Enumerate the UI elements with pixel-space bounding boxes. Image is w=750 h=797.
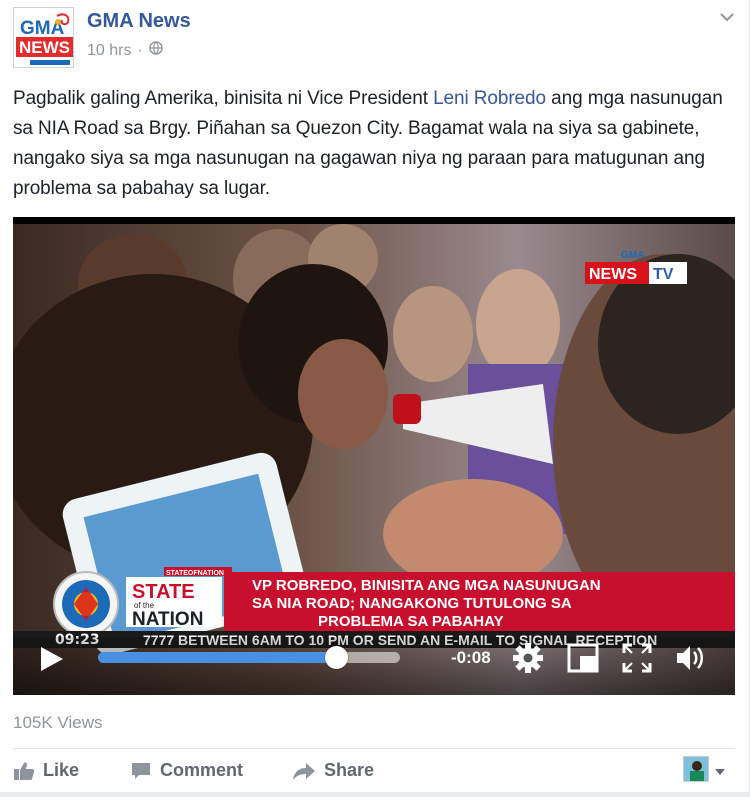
share-button[interactable]: Share bbox=[292, 760, 374, 781]
meta-separator: · bbox=[137, 41, 143, 59]
volume-icon[interactable] bbox=[673, 640, 709, 676]
mention-link[interactable]: Leni Robredo bbox=[433, 88, 546, 109]
video-scrubber-handle[interactable] bbox=[325, 646, 349, 669]
actions-divider bbox=[13, 748, 735, 749]
newstv-bug-logo: GMA NEWS TV bbox=[585, 250, 687, 284]
thumbs-up-icon bbox=[14, 762, 35, 780]
svg-text:NEWS: NEWS bbox=[589, 266, 637, 283]
svg-text:TV: TV bbox=[653, 266, 674, 283]
gma-news-logo: GMA NEWS bbox=[14, 8, 73, 67]
post-timestamp[interactable]: 10 hrs bbox=[87, 42, 131, 60]
video-progress-bar[interactable] bbox=[98, 646, 400, 669]
post-text: Pagbalik galing Amerika, binisita ni Vic… bbox=[13, 84, 735, 204]
svg-text:STATE: STATE bbox=[132, 581, 195, 603]
page-name-link[interactable]: GMA News bbox=[87, 10, 191, 33]
svg-text:GMA: GMA bbox=[621, 250, 644, 261]
comment-label: Comment bbox=[160, 760, 244, 780]
svg-text:NATION: NATION bbox=[132, 609, 203, 630]
page-avatar[interactable]: GMA NEWS bbox=[13, 7, 74, 68]
card-bottom-border bbox=[0, 792, 750, 797]
video-player[interactable]: GMA NEWS TV STATEOFNATION STATE of the N… bbox=[13, 217, 735, 695]
post-meta: 10 hrs · bbox=[87, 41, 163, 60]
like-button[interactable]: Like bbox=[13, 760, 79, 781]
comment-button[interactable]: Comment bbox=[130, 760, 243, 781]
pop-out-player-icon[interactable] bbox=[565, 640, 601, 676]
play-icon[interactable] bbox=[37, 644, 65, 674]
like-label: Like bbox=[43, 760, 80, 780]
svg-text:PROBLEMA SA PABAHAY: PROBLEMA SA PABAHAY bbox=[318, 613, 504, 630]
share-label: Share bbox=[324, 760, 375, 780]
viewer-avatar[interactable] bbox=[683, 756, 709, 782]
fullscreen-icon[interactable] bbox=[619, 640, 655, 676]
svg-text:SA NIA ROAD; NANGAKONG TUTULON: SA NIA ROAD; NANGAKONG TUTULONG SA bbox=[252, 595, 572, 612]
comment-bubble-icon bbox=[132, 762, 150, 779]
share-arrow-icon bbox=[293, 762, 315, 780]
globe-icon[interactable] bbox=[149, 41, 163, 60]
svg-text:VP ROBREDO, BINISITA ANG MGA N: VP ROBREDO, BINISITA ANG MGA NASUNUGAN bbox=[252, 577, 601, 594]
time-remaining: -0:08 bbox=[451, 648, 491, 667]
post-card: GMA NEWS GMA News 10 hrs · Pagbalik gali… bbox=[0, 0, 750, 797]
caret-down-icon[interactable] bbox=[714, 764, 726, 775]
svg-text:STATEOFNATION: STATEOFNATION bbox=[166, 570, 224, 577]
view-count: 105K Views bbox=[13, 713, 103, 732]
news-lower-third: STATEOFNATION STATE of the NATION VP ROB… bbox=[53, 567, 735, 637]
post-options-chevron-icon[interactable] bbox=[718, 10, 736, 24]
video-progress-fill bbox=[98, 652, 337, 663]
post-text-before: Pagbalik galing Amerika, binisita ni Vic… bbox=[13, 88, 434, 109]
svg-text:NEWS: NEWS bbox=[19, 38, 70, 57]
settings-gear-icon[interactable] bbox=[510, 640, 546, 676]
